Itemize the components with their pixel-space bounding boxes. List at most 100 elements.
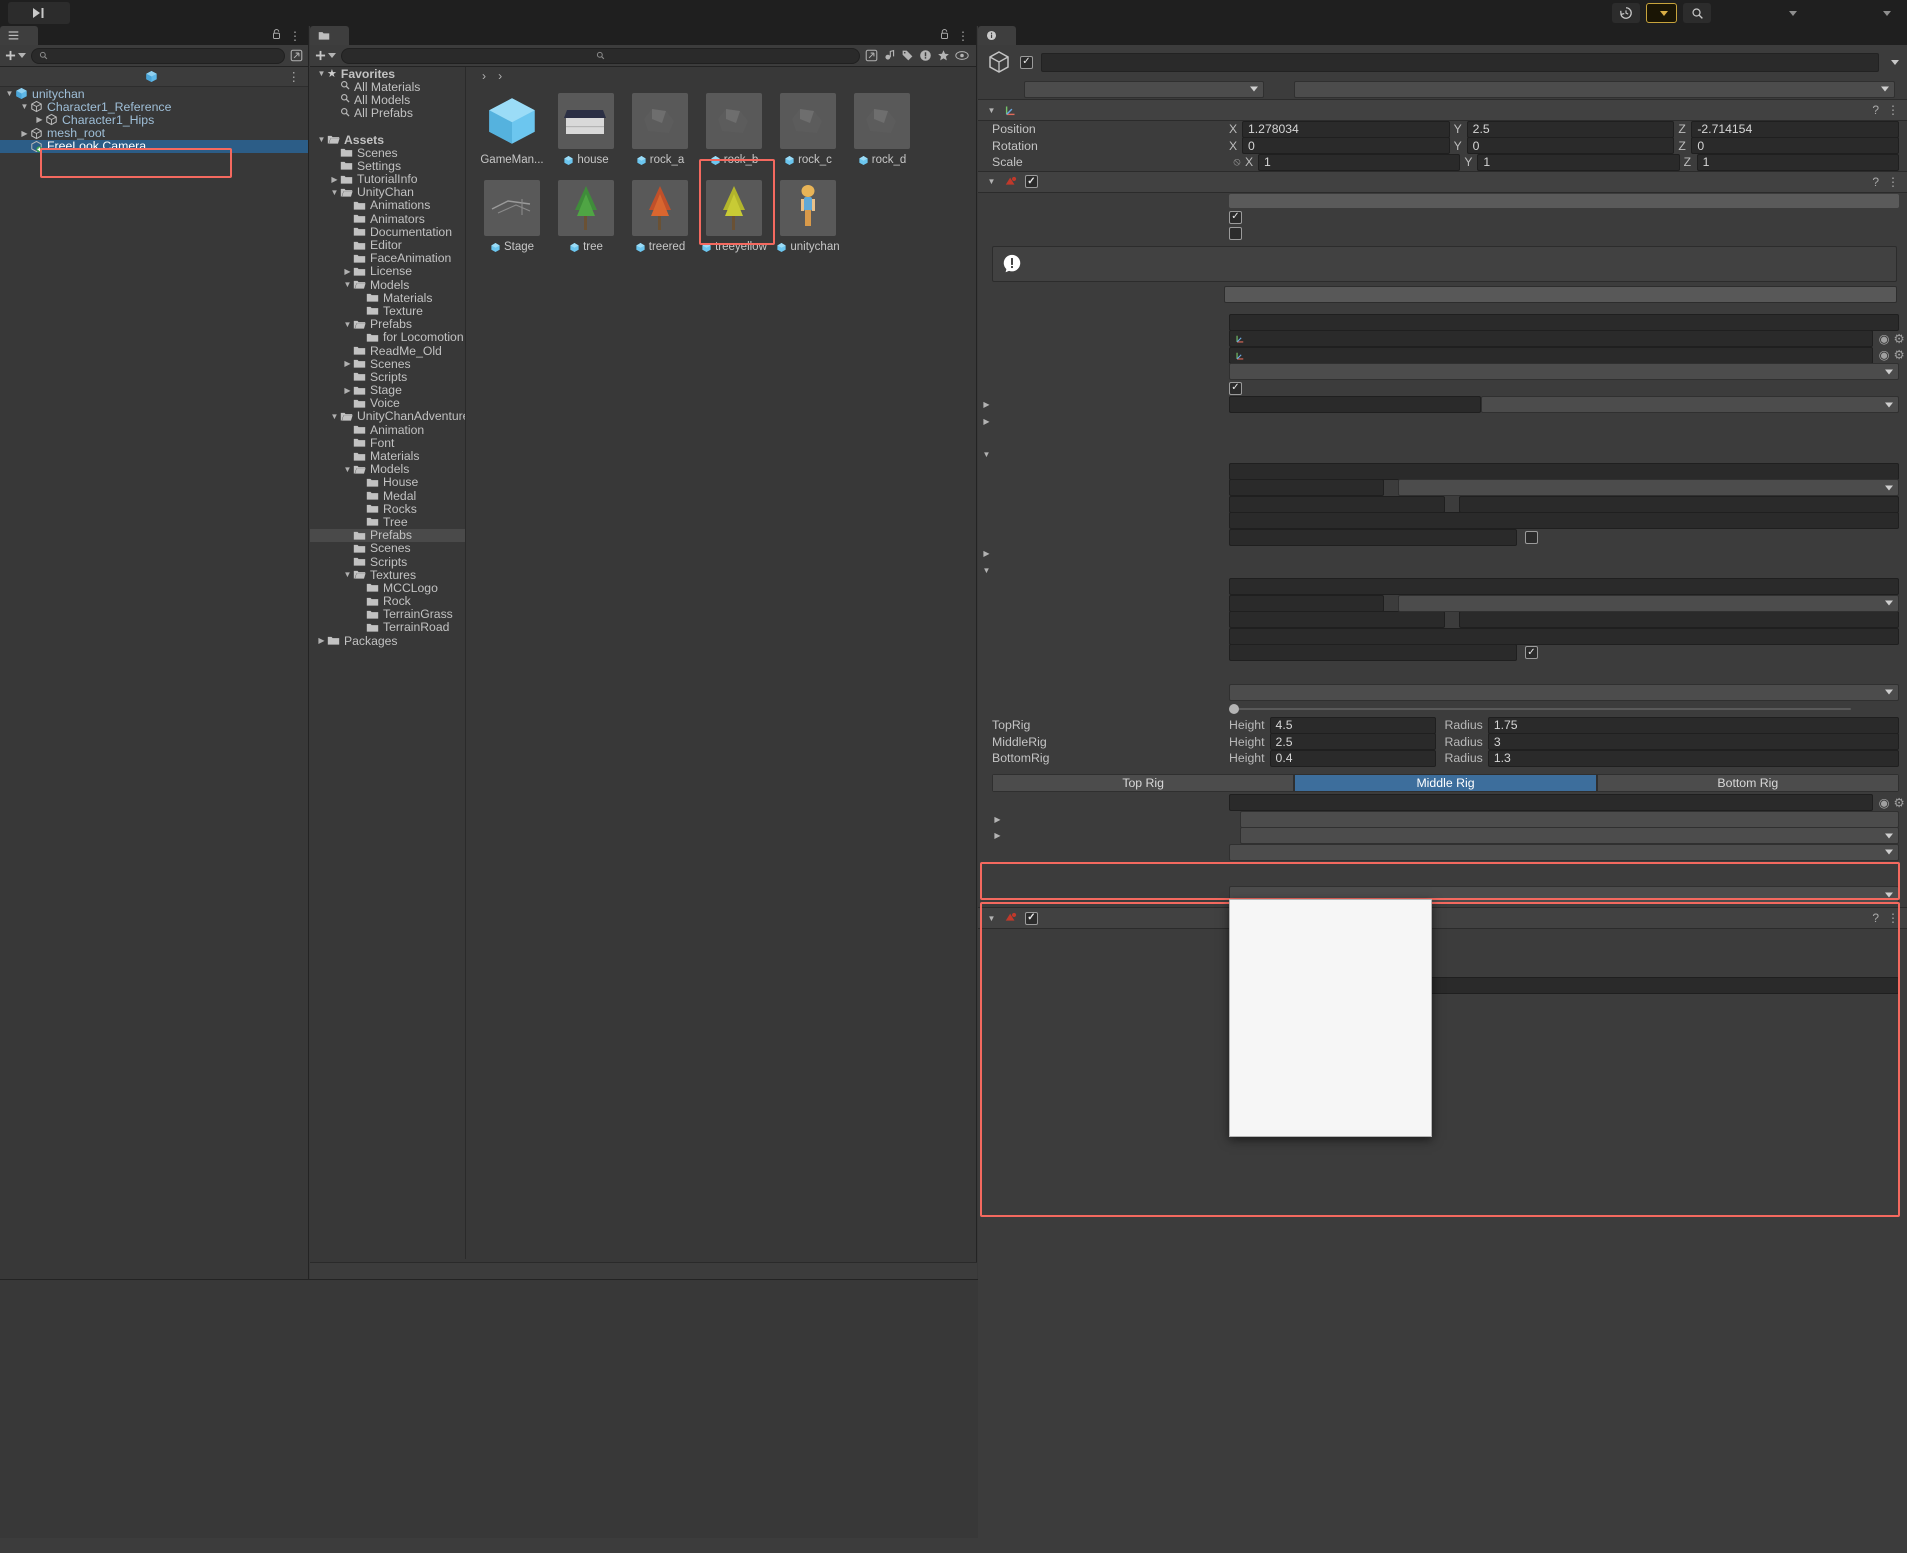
help-icon[interactable]: ? xyxy=(1872,103,1879,117)
rig-height-field[interactable]: 4.5 xyxy=(1269,716,1436,734)
asset-item[interactable]: rock_b xyxy=(704,93,764,166)
collapse-triangle-icon[interactable]: ▼ xyxy=(986,106,997,115)
solo-button[interactable] xyxy=(1229,193,1899,208)
expand-triangle-icon[interactable]: ▶ xyxy=(342,359,353,368)
project-tree-item-prefabs[interactable]: ▼ Prefabs xyxy=(310,317,465,331)
project-tree-item-rocks[interactable]: Rocks xyxy=(310,502,465,516)
transform-position-y-field[interactable]: 2.5 xyxy=(1466,120,1675,138)
project-tree-item-terraingrass[interactable]: TerrainGrass xyxy=(310,607,465,621)
collapse-triangle-icon[interactable]: ▼ xyxy=(342,465,353,474)
slider-knob[interactable] xyxy=(1229,703,1239,714)
asset-item[interactable]: house xyxy=(556,93,616,166)
look-at-override-picker-icon[interactable]: ◉ xyxy=(1877,796,1891,810)
project-tree-item-scenes[interactable]: Scenes xyxy=(310,541,465,555)
transform-rotation-y-field[interactable]: 0 xyxy=(1466,137,1675,155)
project-tree-item-license[interactable]: ▶ License xyxy=(310,264,465,278)
y-invert-checkbox[interactable] xyxy=(1525,530,1538,544)
help-icon[interactable]: ? xyxy=(1872,911,1879,925)
x-input-axis-value-field[interactable] xyxy=(1229,644,1517,662)
look-at-picker-icon[interactable]: ◉ xyxy=(1877,348,1891,362)
lock-icon[interactable] xyxy=(271,28,282,43)
asset-item[interactable]: unitychan xyxy=(777,180,840,253)
asset-item[interactable]: treered xyxy=(630,180,690,253)
tab-inspector[interactable] xyxy=(978,26,1016,45)
hierarchy-search-options-icon[interactable] xyxy=(290,49,303,62)
asset-item[interactable]: tree xyxy=(556,180,616,253)
add-input-provider-button[interactable] xyxy=(1224,286,1897,303)
collapse-triangle-icon[interactable]: ▼ xyxy=(329,412,340,421)
kebab-menu-icon[interactable]: ⋮ xyxy=(289,29,301,43)
project-tree-item-editor[interactable]: Editor xyxy=(310,238,465,252)
label-icon[interactable] xyxy=(901,49,914,62)
preset-icon[interactable]: ⋮ xyxy=(1887,103,1899,117)
project-tree-item-materials[interactable]: Materials xyxy=(310,291,465,305)
y-decel-field[interactable] xyxy=(1459,495,1899,513)
spline-curvature-slider[interactable] xyxy=(1229,701,1851,717)
experimental-packages-badge[interactable] xyxy=(1646,3,1677,23)
project-tree-item-materials[interactable]: Materials xyxy=(310,449,465,463)
tag-dropdown[interactable] xyxy=(1024,80,1264,98)
project-tree-item-medal[interactable]: Medal xyxy=(310,489,465,503)
component-header-transform[interactable]: ▼ ? ⋮ xyxy=(978,99,1907,121)
collapse-triangle-icon[interactable]: ▼ xyxy=(342,570,353,579)
look-at-override-field[interactable] xyxy=(1229,794,1873,812)
collapse-triangle-icon[interactable]: ▼ xyxy=(986,177,997,186)
collapse-triangle-icon[interactable]: ▼ xyxy=(342,280,353,289)
x-speed-field[interactable] xyxy=(1229,594,1384,612)
transform-scale-x-field[interactable]: 1 xyxy=(1258,153,1461,171)
audio-filter-icon[interactable] xyxy=(883,49,896,62)
star-icon[interactable] xyxy=(937,49,950,62)
common-lens-checkbox[interactable]: ✓ xyxy=(1229,381,1242,395)
create-asset-button[interactable] xyxy=(315,50,336,61)
visible-count[interactable] xyxy=(955,50,971,61)
expand-triangle-icon[interactable]: ▶ xyxy=(981,417,992,426)
expand-triangle-icon[interactable]: ▶ xyxy=(981,549,992,558)
project-tree-item-animations[interactable]: Animations xyxy=(310,198,465,212)
x-invert-checkbox[interactable]: ✓ xyxy=(1525,646,1538,660)
x-accel-field[interactable] xyxy=(1229,611,1445,629)
project-tree-item-faceanimation[interactable]: FaceAnimation xyxy=(310,251,465,265)
collapse-triangle-icon[interactable]: ▼ xyxy=(981,566,992,575)
help-icon[interactable]: ? xyxy=(1872,175,1879,189)
project-tree-item-readme-old[interactable]: ReadMe_Old xyxy=(310,344,465,358)
rig-radius-field[interactable]: 1.75 xyxy=(1487,716,1899,734)
lens-vertical-fov-field[interactable] xyxy=(1229,396,1481,414)
lens-fov-mode-dropdown[interactable] xyxy=(1481,396,1899,414)
project-tree-item-tree[interactable]: Tree xyxy=(310,515,465,529)
tab-project[interactable] xyxy=(310,26,349,45)
hierarchy-item-freelook-camera[interactable]: FreeLook Camera xyxy=(0,139,308,153)
collapse-triangle-icon[interactable]: ▼ xyxy=(316,135,327,144)
y-speed-mode-dropdown[interactable] xyxy=(1398,479,1899,497)
gear-icon[interactable]: ⚙ xyxy=(1891,348,1907,362)
asset-item[interactable]: rock_c xyxy=(778,93,838,166)
project-tree-item-scripts[interactable]: Scripts xyxy=(310,555,465,569)
project-tree-item-prefabs[interactable]: Prefabs xyxy=(310,528,465,542)
collapse-triangle-icon[interactable]: ▼ xyxy=(316,69,327,78)
follow-object-field[interactable] xyxy=(1229,330,1873,348)
x-input-axis-name-field[interactable] xyxy=(1229,627,1899,645)
asset-item[interactable]: rock_a xyxy=(630,93,690,166)
asset-item[interactable]: GameMan... xyxy=(480,93,544,166)
component-header-cinemachine-collider[interactable]: ▼ ✓ ? ⋮ xyxy=(978,907,1907,929)
project-tree-item-terrainroad[interactable]: TerrainRoad xyxy=(310,620,465,634)
layers-dropdown[interactable] xyxy=(1717,3,1805,23)
rig-radius-field[interactable]: 3 xyxy=(1487,733,1899,751)
project-tree-item-scripts[interactable]: Scripts xyxy=(310,370,465,384)
rig-tab-top-rig[interactable]: Top Rig xyxy=(992,773,1295,792)
expand-triangle-icon[interactable]: ▶ xyxy=(981,400,992,409)
object-name-field[interactable] xyxy=(1041,52,1879,72)
project-tree-item-assets[interactable]: ▼ Assets xyxy=(310,133,465,147)
project-search-options-icon[interactable] xyxy=(865,49,878,62)
project-search-input[interactable] xyxy=(341,47,860,64)
project-tree-item-settings[interactable]: Settings xyxy=(310,159,465,173)
follow-picker-icon[interactable]: ◉ xyxy=(1877,332,1891,346)
collapse-triangle-icon[interactable]: ▼ xyxy=(342,320,353,329)
play-pause-step-controls[interactable] xyxy=(8,2,70,24)
project-tree-item-stage[interactable]: ▶ Stage xyxy=(310,383,465,397)
project-tree-item-documentation[interactable]: Documentation xyxy=(310,225,465,239)
y-value-field[interactable] xyxy=(1229,462,1899,480)
project-tree-item-font[interactable]: Font xyxy=(310,436,465,450)
project-tree-item-for-locomotion[interactable]: for Locomotion xyxy=(310,330,465,344)
collider-enabled-checkbox[interactable]: ✓ xyxy=(1025,911,1038,925)
preset-icon[interactable]: ⋮ xyxy=(1887,175,1899,189)
